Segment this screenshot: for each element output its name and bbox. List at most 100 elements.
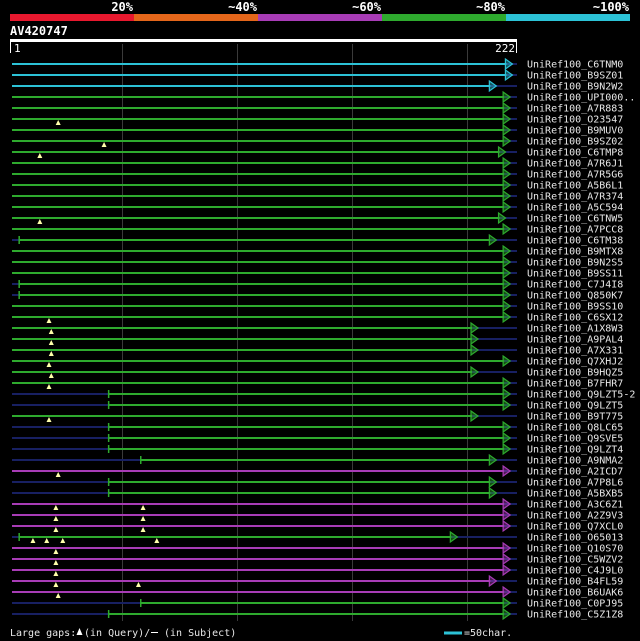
hit-row[interactable]: UniRef100_A5B6L1 — [12, 178, 623, 192]
hit-row[interactable]: UniRef100_C6TM38 — [12, 233, 623, 247]
hit-row[interactable]: UniRef100_A1X8W3 — [12, 321, 623, 335]
alignment-arrow-icon — [497, 145, 507, 159]
hit-label: UniRef100_C5Z1Z8 — [527, 610, 623, 621]
hit-row[interactable]: UniRef100_A7R5G6 — [12, 167, 623, 181]
alignment-arrow-icon — [502, 596, 512, 610]
query-bar — [10, 39, 517, 42]
hit-label: UniRef100_A5C594 — [527, 203, 623, 214]
hit-row[interactable]: UniRef100_O65013 — [12, 530, 623, 544]
hit-row[interactable]: UniRef100_A7R374 — [12, 189, 623, 203]
hit-row[interactable]: UniRef100_B9MTX8 — [12, 244, 623, 258]
gap-legend-label: Large gaps: — [10, 628, 76, 639]
hit-label: UniRef100_A1X8W3 — [527, 324, 623, 335]
alignment-arrow-icon — [502, 277, 512, 291]
alignment-arrow-icon — [470, 321, 480, 335]
scale-legend: =50char. — [444, 628, 512, 639]
hit-row[interactable]: UniRef100_C5Z1Z8 — [12, 607, 623, 621]
alignment-arrow-icon — [502, 310, 512, 324]
hit-label: UniRef100_B4FL59 — [527, 577, 623, 588]
hit-row[interactable]: UniRef100_C6TMP8 — [12, 145, 623, 159]
legend-swatch-60 — [258, 14, 382, 21]
hit-label: UniRef100_O23547 — [527, 115, 623, 126]
hit-row[interactable]: UniRef100_A5BXB5 — [12, 486, 623, 500]
legend-label-40: ~40% — [228, 0, 258, 14]
hit-label: UniRef100_C6TM38 — [527, 236, 623, 247]
hit-row[interactable]: UniRef100_C7J4I8 — [12, 277, 623, 291]
hit-label: UniRef100_A9NMA2 — [527, 456, 623, 467]
hit-label: UniRef100_C6TNM0 — [527, 60, 623, 71]
alignment-arrow-icon — [502, 552, 512, 566]
hit-label: UniRef100_Q7XHJ2 — [527, 357, 623, 368]
hit-row[interactable]: UniRef100_B9N2S5 — [12, 255, 623, 269]
alignment-arrow-icon — [488, 574, 498, 588]
hit-row[interactable]: UniRef100_B9SZ02 — [12, 134, 623, 148]
hit-row[interactable]: UniRef100_B9MUV0 — [12, 123, 623, 137]
hit-row[interactable]: UniRef100_O23547 — [12, 112, 623, 126]
hit-row[interactable]: UniRef100_Q850K7 — [12, 288, 623, 302]
hit-row[interactable]: UniRef100_Q9LZT5 — [12, 398, 623, 412]
hit-row[interactable]: UniRef100_A3C6Z1 — [12, 497, 623, 511]
legend-label-80: ~80% — [476, 0, 506, 14]
hit-label: UniRef100_Q9SVE5 — [527, 434, 623, 445]
alignment-arrow-icon — [502, 585, 512, 599]
hit-row[interactable]: UniRef100_B9HQZ5 — [12, 365, 623, 379]
hit-row[interactable]: UniRef100_B9N2W2 — [12, 79, 623, 93]
hit-row[interactable]: UniRef100_B9SS11 — [12, 266, 623, 280]
query-gap-triangle-icon — [48, 329, 54, 334]
hit-row[interactable]: UniRef100_A7X331 — [12, 343, 623, 357]
hit-label: UniRef100_A7P8L6 — [527, 478, 623, 489]
hit-row[interactable]: UniRef100_A9NMA2 — [12, 453, 623, 467]
query-gap-triangle-icon — [46, 417, 52, 422]
hit-row[interactable]: UniRef100_B7FHR7 — [12, 376, 623, 390]
hit-row[interactable]: UniRef100_A7P8L6 — [12, 475, 623, 489]
legend-swatch-100 — [506, 14, 630, 21]
query-gap-triangle-icon — [46, 318, 52, 323]
alignment-arrow-icon — [470, 343, 480, 357]
hit-row[interactable]: UniRef100_C6TNW5 — [12, 211, 623, 225]
query-gap-triangle-icon — [53, 505, 59, 510]
hit-row[interactable]: UniRef100_A2Z9V3 — [12, 508, 623, 522]
alignment-arrow-icon — [502, 266, 512, 280]
hit-row[interactable]: UniRef100_A2ICD7 — [12, 464, 623, 478]
legend-label-100: ~100% — [593, 0, 630, 14]
hit-label: UniRef100_A2Z9V3 — [527, 511, 623, 522]
alignment-arrow-icon — [502, 123, 512, 137]
hit-row[interactable]: UniRef100_Q7XCL0 — [12, 519, 623, 533]
hit-label: UniRef100_O65013 — [527, 533, 623, 544]
hit-row[interactable]: UniRef100_B6UAK6 — [12, 585, 623, 599]
hit-row[interactable]: UniRef100_A5C594 — [12, 200, 623, 214]
alignment-arrow-icon — [504, 68, 514, 82]
alignment-arrow-icon — [502, 497, 512, 511]
hit-label: UniRef100_C5WZV2 — [527, 555, 623, 566]
hit-row[interactable]: UniRef100_A7R883 — [12, 101, 623, 115]
hit-row[interactable]: UniRef100_B4FL59 — [12, 574, 623, 588]
hit-row[interactable]: UniRef100_A9PAL4 — [12, 332, 623, 346]
hit-row[interactable]: UniRef100_Q10S70 — [12, 541, 623, 555]
scale-end-label: 222 — [495, 42, 515, 55]
hit-row[interactable]: UniRef100_Q7XHJ2 — [12, 354, 623, 368]
hit-label: UniRef100_B9MUV0 — [527, 126, 623, 137]
hit-row[interactable]: UniRef100_Q9LZT4 — [12, 442, 623, 456]
hit-row[interactable]: UniRef100_B9SZ01 — [12, 68, 623, 82]
hit-label: UniRef100_B9N2W2 — [527, 82, 623, 93]
alignment-arrow-icon — [502, 519, 512, 533]
hit-row[interactable]: UniRef100_C6TNM0 — [12, 57, 623, 71]
hit-row[interactable]: UniRef100_B9T775 — [12, 409, 623, 423]
hit-row[interactable]: UniRef100_A7R6J1 — [12, 156, 623, 170]
hit-label: UniRef100_Q9LZT4 — [527, 445, 623, 456]
hit-row[interactable]: UniRef100_C6SX12 — [12, 310, 623, 324]
hit-row[interactable]: UniRef100_B9SS10 — [12, 299, 623, 313]
query-gap-triangle-icon — [53, 549, 59, 554]
hit-label: UniRef100_UPI000.. — [527, 93, 635, 104]
hit-row[interactable]: UniRef100_Q9LZT5-2 — [12, 387, 635, 401]
hit-row[interactable]: UniRef100_UPI000.. — [12, 90, 635, 104]
alignment-arrow-icon — [488, 453, 498, 467]
query-gap-triangle-icon — [55, 472, 61, 477]
hit-row[interactable]: UniRef100_C0PJ95 — [12, 596, 623, 610]
hit-row[interactable]: UniRef100_C4J9L0 — [12, 563, 623, 577]
hit-row[interactable]: UniRef100_C5WZV2 — [12, 552, 623, 566]
query-gap-triangle-icon — [30, 538, 36, 543]
hit-row[interactable]: UniRef100_Q8LC65 — [12, 420, 623, 434]
hit-row[interactable]: UniRef100_Q9SVE5 — [12, 431, 623, 445]
hit-row[interactable]: UniRef100_A7PCC8 — [12, 222, 623, 236]
